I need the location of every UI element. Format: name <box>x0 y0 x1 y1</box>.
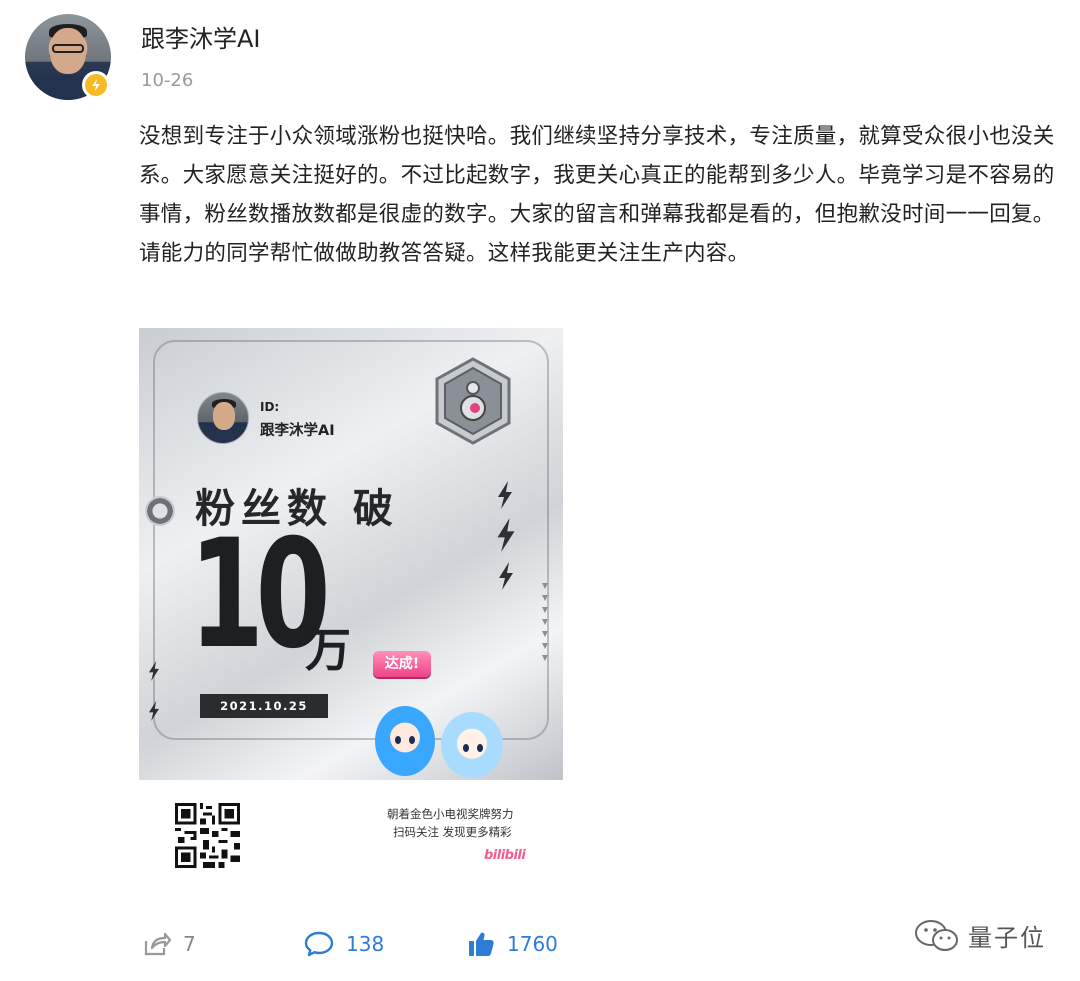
comment-button[interactable]: 138 <box>304 928 384 960</box>
poster-big-number: 10 <box>189 508 331 682</box>
mascot-22-icon <box>375 706 435 776</box>
poster-id-name: 跟李沐学AI <box>260 423 335 439</box>
wechat-icon <box>915 919 958 951</box>
avatar-glasses <box>52 44 84 53</box>
post-body-text: 没想到专注于小众领域涨粉也挺快哈。我们继续坚持分享技术，专注质量，就算受众很小也… <box>139 124 1055 266</box>
bilibili-logo: bilibili <box>484 848 526 863</box>
poster-id-label: ID: <box>260 400 280 414</box>
like-count: 1760 <box>507 932 558 956</box>
poster-date: 2021.10.25 <box>200 694 328 718</box>
qr-code-icon[interactable] <box>175 803 240 868</box>
share-icon <box>144 932 171 956</box>
post-date: 10-26 <box>141 70 194 91</box>
lightning-icon <box>499 562 513 590</box>
verified-badge-icon <box>82 71 110 99</box>
share-button[interactable]: 7 <box>143 928 196 960</box>
mascot-33-icon <box>441 712 503 778</box>
lightning-icon <box>497 518 515 552</box>
share-count: 7 <box>183 932 196 956</box>
poster-avatar <box>197 392 249 444</box>
poster-avatar-face <box>213 402 235 430</box>
poster-knob-icon <box>145 496 175 526</box>
poster-arrow-dots <box>542 583 552 667</box>
milestone-poster-image[interactable]: ID: 跟李沐学AI 粉丝数 破 10 万 达成! 2021.10.25 <box>139 328 563 780</box>
poster-caption-line1: 朝着金色小电视奖牌努力 <box>387 807 514 821</box>
poster-unit: 万 <box>305 623 351 677</box>
lightning-icon <box>149 701 159 721</box>
poster-qr-footer: 朝着金色小电视奖牌努力 扫码关注 发现更多精彩 bilibili <box>139 780 563 876</box>
like-button[interactable]: 1760 <box>467 928 558 960</box>
wechat-watermark: 量子位 <box>914 918 1046 953</box>
lightning-icon <box>498 481 512 509</box>
hexagon-medal-icon <box>435 357 511 445</box>
watermark-text: 量子位 <box>968 924 1046 952</box>
comment-count: 138 <box>346 932 385 956</box>
poster-caption-line2: 扫码关注 发现更多精彩 <box>393 825 512 839</box>
comment-icon <box>304 931 334 957</box>
thumbs-up-icon <box>469 932 494 956</box>
reached-tag: 达成! <box>373 651 431 677</box>
author-name[interactable]: 跟李沐学AI <box>141 19 261 54</box>
lightning-icon <box>149 661 159 681</box>
